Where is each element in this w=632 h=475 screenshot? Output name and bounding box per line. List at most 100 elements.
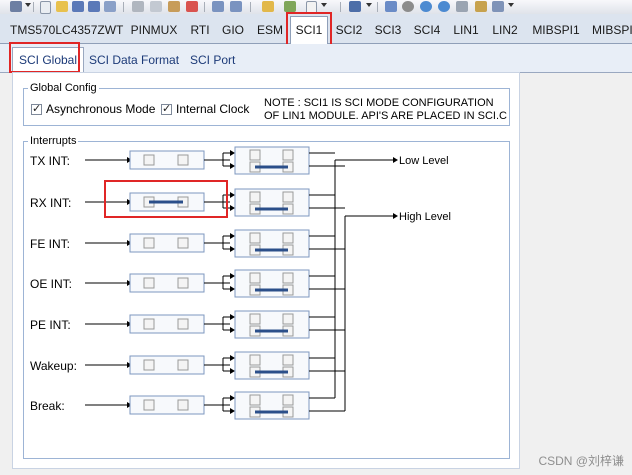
break-level-low-right-box[interactable] (282, 394, 294, 406)
fe-int-level-low-right-box[interactable] (282, 232, 294, 244)
paste-icon[interactable] (168, 1, 180, 12)
wakeup-enable-block (129, 355, 205, 375)
home-icon[interactable] (475, 1, 487, 12)
save-as-icon[interactable] (104, 1, 116, 12)
tx-int-level-arrow-upper (230, 150, 235, 156)
tx-int-level-block (234, 146, 310, 175)
break-level-block (234, 391, 310, 420)
edit-icon[interactable] (284, 1, 296, 12)
wakeup-level-low-left-box[interactable] (249, 354, 261, 366)
tab-sci2[interactable]: SCI2 (333, 18, 365, 42)
fe-int-level-arrow-lower (230, 246, 235, 252)
layers-icon[interactable] (349, 1, 361, 12)
tab-pinmux[interactable]: PINMUX (128, 18, 180, 42)
cut-icon[interactable] (132, 1, 144, 12)
break-level-arrow-lower (230, 408, 235, 414)
tx-int-enable-block (129, 150, 205, 170)
save-icon[interactable] (72, 1, 84, 12)
dropdown-arrow-icon[interactable] (508, 3, 514, 7)
toolbar-separator (377, 2, 378, 12)
pe-int-level-low-left-box[interactable] (249, 313, 261, 325)
pe-int-level-arrow-lower (230, 327, 235, 333)
rx-int-level-low-right-box[interactable] (282, 191, 294, 203)
tx-int-level-low-right-box[interactable] (282, 149, 294, 161)
rx-int-level-block (234, 188, 310, 217)
fe-int-level-low-left-box[interactable] (249, 232, 261, 244)
tab-tms570lc4357zwt[interactable]: TMS570LC4357ZWT (10, 18, 123, 42)
pe-int-enable-right-box[interactable] (177, 318, 189, 330)
pe-int-level-low-right-box[interactable] (282, 313, 294, 325)
fe-int-enable-right-box[interactable] (177, 237, 189, 249)
low-level-output-arrow (393, 157, 398, 163)
tab-mibspi1-partial[interactable]: MIBSPI1 (592, 18, 632, 42)
break-level-low-left-box[interactable] (249, 394, 261, 406)
tab-sci1[interactable]: SCI1 (290, 16, 328, 44)
fe-int-enable-left-box[interactable] (143, 237, 155, 249)
undo-icon[interactable] (212, 1, 224, 12)
window-icon[interactable] (492, 1, 504, 12)
break-enable-right-box[interactable] (177, 399, 189, 411)
break-enable-block (129, 395, 205, 415)
fe-int-level-block (234, 229, 310, 258)
oe-int-level-arrow-upper (230, 273, 235, 279)
properties-icon[interactable] (10, 1, 22, 12)
tx-int-enable-right-box[interactable] (177, 154, 189, 166)
pe-int-enable-block (129, 314, 205, 334)
wakeup-enable-left-box[interactable] (143, 359, 155, 371)
save-all-icon[interactable] (88, 1, 100, 12)
zoom-icon[interactable] (456, 1, 468, 12)
main-toolbar (0, 0, 632, 15)
redo-icon[interactable] (230, 1, 242, 12)
toolbar-separator (204, 2, 205, 12)
fe-int-enable-block (129, 233, 205, 253)
find-icon[interactable] (262, 1, 274, 12)
low-level-label: Low Level (399, 155, 449, 167)
delete-icon[interactable] (186, 1, 198, 12)
dropdown-arrow-icon[interactable] (321, 3, 327, 7)
tab-gio[interactable]: GIO (220, 18, 246, 42)
tab-sci-global[interactable]: SCI Global (12, 47, 85, 73)
tab-lin2[interactable]: LIN2 (490, 18, 520, 42)
high-level-output-arrow (393, 213, 398, 219)
break-level-arrow-upper (230, 395, 235, 401)
tab-sci-data-format[interactable]: SCI Data Format (89, 49, 179, 71)
generate-icon[interactable] (385, 1, 397, 12)
help-icon[interactable] (420, 1, 432, 12)
wakeup-level-low-right-box[interactable] (282, 354, 294, 366)
high-level-label: High Level (399, 211, 451, 223)
document-icon[interactable] (306, 1, 317, 14)
copy-icon[interactable] (150, 1, 162, 12)
oe-int-enable-left-box[interactable] (143, 277, 155, 289)
settings-icon[interactable] (402, 1, 414, 12)
tab-rti[interactable]: RTI (186, 18, 214, 42)
oe-int-enable-block (129, 273, 205, 293)
pe-int-enable-left-box[interactable] (143, 318, 155, 330)
dropdown-arrow-icon[interactable] (25, 3, 31, 7)
tx-int-level-arrow-lower (230, 163, 235, 169)
new-file-icon[interactable] (40, 1, 51, 14)
toolbar-separator (340, 2, 341, 12)
info-icon[interactable] (438, 1, 450, 12)
toolbar-separator (33, 2, 34, 12)
oe-int-enable-right-box[interactable] (177, 277, 189, 289)
sub-tab-bar: SCI Global SCI Data Format SCI Port (0, 44, 632, 73)
tab-sci-port[interactable]: SCI Port (190, 49, 235, 71)
open-folder-icon[interactable] (56, 1, 68, 12)
dropdown-arrow-icon[interactable] (366, 3, 372, 7)
rx-int-level-low-left-box[interactable] (249, 191, 261, 203)
wakeup-level-arrow-upper (230, 355, 235, 361)
oe-int-level-low-right-box[interactable] (282, 272, 294, 284)
tab-sci4[interactable]: SCI4 (411, 18, 443, 42)
tab-esm[interactable]: ESM (254, 18, 286, 42)
pe-int-level-block (234, 310, 310, 339)
tab-lin1[interactable]: LIN1 (451, 18, 481, 42)
tab-sci3[interactable]: SCI3 (372, 18, 404, 42)
oe-int-level-arrow-lower (230, 286, 235, 292)
toolbar-separator (123, 2, 124, 12)
oe-int-level-low-left-box[interactable] (249, 272, 261, 284)
tab-mibspi1[interactable]: MIBSPI1 (530, 18, 582, 42)
wakeup-enable-right-box[interactable] (177, 359, 189, 371)
tx-int-enable-left-box[interactable] (143, 154, 155, 166)
tx-int-level-low-left-box[interactable] (249, 149, 261, 161)
break-enable-left-box[interactable] (143, 399, 155, 411)
